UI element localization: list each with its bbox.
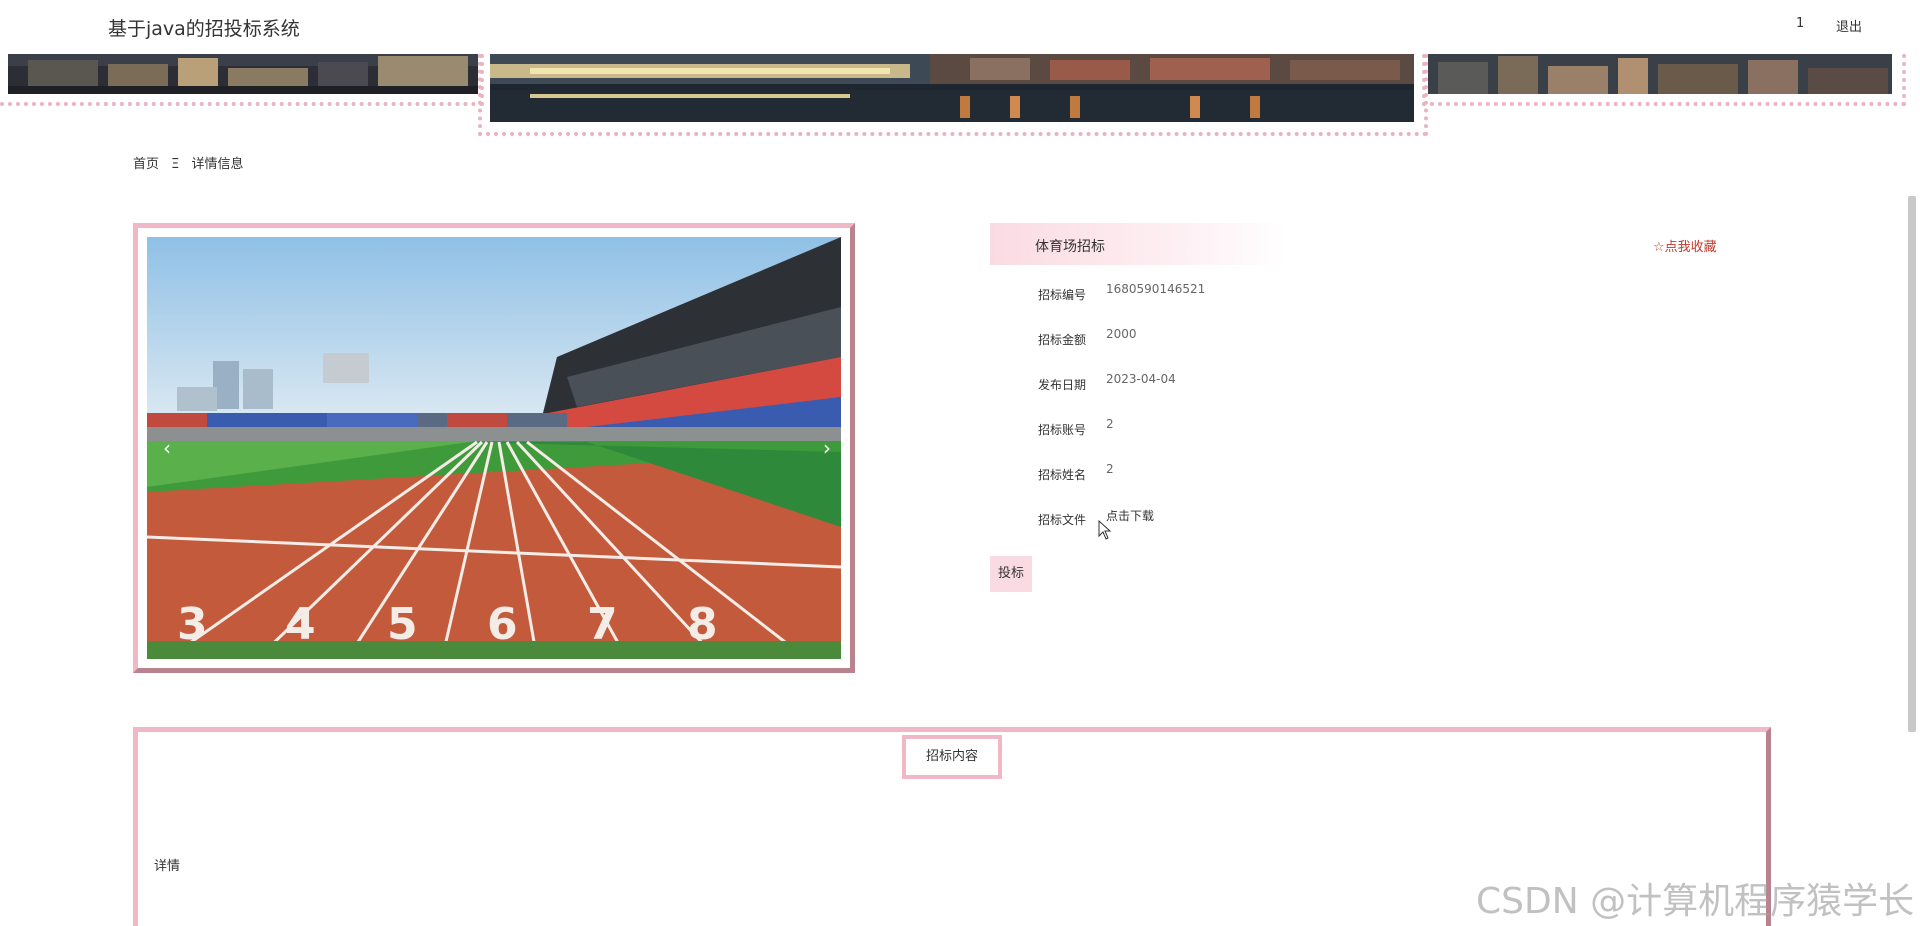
lane-number-8: 8 [687,599,718,650]
city-night-image [8,54,478,94]
gallery-indicator[interactable] [480,659,498,663]
top-header: 基于java的招投标系统 1 退出 [0,0,1920,54]
banner-slide-center[interactable] [490,54,1414,122]
breadcrumb: 首页 Ξ 详情信息 [133,153,252,172]
lane-number-6: 6 [487,599,518,650]
banner-slide-left[interactable] [8,54,478,94]
field-name: 招标姓名 2 [990,462,1590,486]
image-gallery: 3 4 5 6 7 8 [133,223,855,673]
field-account: 招标账号 2 [990,417,1590,441]
field-value: 2000 [1106,327,1137,341]
breadcrumb-home[interactable]: 首页 [133,157,159,172]
field-file: 招标文件 点击下载 [990,507,1590,531]
lane-number-7: 7 [587,599,618,650]
watermark-text: CSDN @计算机程序猿学长 [1476,881,1915,922]
field-bid-amount: 招标金额 2000 [990,327,1590,351]
logout-link[interactable]: 退出 [1836,16,1862,35]
field-value: 2 [1106,462,1114,476]
detail-title: 体育场招标 [1035,239,1105,255]
field-publish-date: 发布日期 2023-04-04 [990,372,1590,396]
breadcrumb-separator-icon: Ξ [171,157,180,172]
city-skyline-image [1428,54,1892,94]
lane-number-3: 3 [177,599,208,650]
field-value: 2 [1106,417,1114,431]
stadium-track-image: 3 4 5 6 7 8 [147,237,841,659]
breadcrumb-current: 详情信息 [191,157,244,172]
banner-slide-right[interactable] [1428,54,1892,94]
lane-number-5: 5 [387,599,418,650]
bid-button[interactable]: 投标 [990,556,1032,592]
banner-carousel [0,54,1920,138]
content-body: 详情 [154,859,181,874]
mouse-cursor-icon [1098,520,1112,540]
field-value: 1680590146521 [1106,282,1206,296]
gallery-next-icon[interactable]: › [814,435,840,461]
download-link[interactable]: 点击下载 [1106,507,1154,524]
lane-number-4: 4 [285,599,316,650]
field-value: 2023-04-04 [1106,372,1176,386]
user-name[interactable]: 1 [1796,16,1804,31]
detail-title-bar: 体育场招标 ☆点我收藏 [990,223,1730,265]
system-title: 基于java的招投标系统 [108,18,300,40]
detail-info-panel: 体育场招标 ☆点我收藏 招标编号 1680590146521 招标金额 2000… [990,223,1730,603]
bridge-night-image [490,54,1414,122]
page-scrollbar[interactable] [1908,196,1916,732]
field-bid-number: 招标编号 1680590146521 [990,282,1590,306]
favorite-button[interactable]: ☆点我收藏 [1653,236,1717,255]
gallery-image[interactable]: 3 4 5 6 7 8 [147,237,841,659]
gallery-prev-icon[interactable]: ‹ [154,435,180,461]
tab-bid-content[interactable]: 招标内容 [902,735,1002,779]
